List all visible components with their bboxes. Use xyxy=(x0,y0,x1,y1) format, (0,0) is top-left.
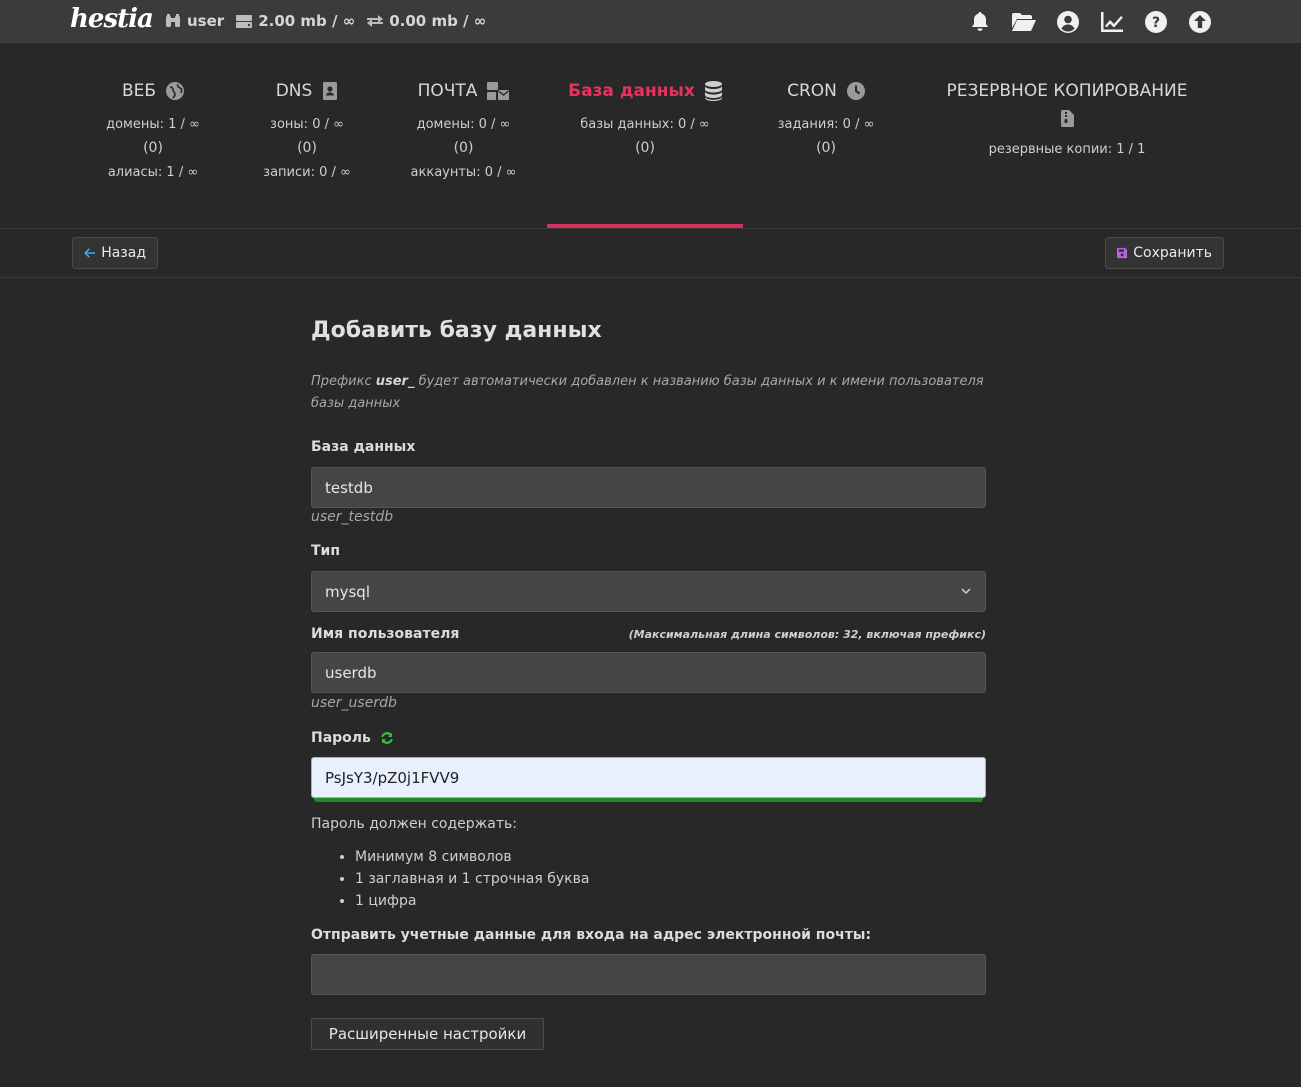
username-text: user xyxy=(187,12,225,30)
bandwidth-stat: 0.00 mb / ∞ xyxy=(367,12,486,30)
password-input[interactable]: PsJsY3/pZ0j1FVV9 xyxy=(311,757,986,798)
password-strength-meter xyxy=(314,798,983,802)
exchange-icon xyxy=(367,15,384,27)
bandwidth-usage-text: 0.00 mb / ∞ xyxy=(389,12,487,30)
database-input[interactable]: testdb xyxy=(311,467,986,508)
list-item: 1 заглавная и 1 строчная буква xyxy=(355,868,589,890)
database-icon xyxy=(704,81,722,101)
tab-backup-copies: резервные копии: 1 / 1 xyxy=(988,142,1146,157)
tab-dns[interactable]: DNS зоны: 0 / ∞ (0) записи: 0 / ∞ xyxy=(234,45,380,228)
tab-dns-records: записи: 0 / ∞ xyxy=(263,165,351,180)
mail-bulk-icon xyxy=(487,82,510,100)
top-bar: hestia user 2.00 mb / ∞ 0.00 mb / ∞ ? xyxy=(0,0,1301,44)
password-label-row: Пароль xyxy=(311,730,394,746)
database-full-name: user_testdb xyxy=(311,509,394,525)
tab-mail-accounts: аккаунты: 0 / ∞ xyxy=(410,165,517,180)
username-length-note: (Максимальная длина символов: 32, включа… xyxy=(628,628,986,641)
refresh-icon[interactable] xyxy=(380,731,394,745)
service-tabs: ВЕБ домены: 1 / ∞ (0) алиасы: 1 / ∞ DNS … xyxy=(0,45,1301,228)
disk-stat: 2.00 mb / ∞ xyxy=(236,12,355,30)
upload-icon xyxy=(1189,11,1211,33)
svg-text:?: ? xyxy=(1152,15,1160,31)
back-button-label: Назад xyxy=(101,245,146,261)
tab-databases-count-line: базы данных: 0 / ∞ xyxy=(580,117,710,132)
tab-cron-count: (0) xyxy=(816,140,836,156)
folder-open-icon xyxy=(1012,13,1036,31)
action-toolbar: Назад Сохранить xyxy=(0,228,1301,278)
type-select-value: mysql xyxy=(325,582,370,601)
bell-icon xyxy=(972,12,988,31)
binoculars-icon xyxy=(166,14,180,27)
save-button-label: Сохранить xyxy=(1133,245,1212,261)
prefix-hint: Префикс user_ будет автоматически добавл… xyxy=(311,374,984,411)
type-label: Тип xyxy=(311,543,341,559)
tab-backup[interactable]: РЕЗЕРВНОЕ КОПИРОВАНИЕ резервные копии: 1… xyxy=(909,45,1225,228)
password-requirements-title: Пароль должен содержать: xyxy=(311,816,517,832)
tab-web-label: ВЕБ xyxy=(121,81,157,101)
username-label: Имя пользователя xyxy=(311,626,460,642)
notifications-button[interactable] xyxy=(967,9,993,35)
email-input[interactable] xyxy=(311,954,986,995)
tab-web-count: (0) xyxy=(143,140,163,156)
arrow-left-icon xyxy=(84,248,96,258)
advanced-settings-button[interactable]: Расширенные настройки xyxy=(311,1018,544,1050)
tab-databases-label: База данных xyxy=(568,81,695,101)
back-button[interactable]: Назад xyxy=(72,237,158,269)
tab-cron-jobs: задания: 0 / ∞ xyxy=(777,117,875,132)
statistics-button[interactable] xyxy=(1099,9,1125,35)
updates-button[interactable] xyxy=(1187,9,1213,35)
top-bar-actions: ? xyxy=(949,9,1213,35)
tab-mail-count: (0) xyxy=(453,140,474,156)
username-input-value: userdb xyxy=(325,663,377,682)
list-item: Минимум 8 символов xyxy=(355,846,589,868)
username-full-name: user_userdb xyxy=(311,695,397,711)
tab-mail-label: ПОЧТА xyxy=(417,81,478,101)
password-requirements-list: Минимум 8 символов 1 заглавная и 1 строч… xyxy=(355,846,589,912)
type-select[interactable]: mysql xyxy=(311,571,986,612)
globe-icon xyxy=(166,82,185,100)
chart-line-icon xyxy=(1101,12,1123,32)
list-item: 1 цифра xyxy=(355,890,589,912)
user-stat: user xyxy=(165,12,224,30)
password-input-value: PsJsY3/pZ0j1FVV9 xyxy=(325,768,460,787)
tab-cron-label: CRON xyxy=(787,81,837,101)
tab-cron[interactable]: CRON задания: 0 / ∞ (0) xyxy=(743,45,909,228)
tab-web[interactable]: ВЕБ домены: 1 / ∞ (0) алиасы: 1 / ∞ xyxy=(72,45,234,228)
tab-dns-zones: зоны: 0 / ∞ xyxy=(270,117,344,132)
save-button[interactable]: Сохранить xyxy=(1105,237,1224,269)
prefix-user: user_ xyxy=(375,374,415,389)
tab-dns-label: DNS xyxy=(275,81,313,101)
disk-usage-text: 2.00 mb / ∞ xyxy=(258,12,356,30)
help-icon: ? xyxy=(1145,11,1167,33)
save-icon xyxy=(1117,247,1128,259)
password-label: Пароль xyxy=(311,730,371,746)
help-button[interactable]: ? xyxy=(1143,9,1169,35)
tab-backup-label: РЕЗЕРВНОЕ КОПИРОВАНИЕ xyxy=(946,81,1188,101)
tab-mail-domains: домены: 0 / ∞ xyxy=(416,117,511,132)
user-profile-button[interactable] xyxy=(1055,9,1081,35)
file-manager-button[interactable] xyxy=(1011,9,1037,35)
file-archive-icon xyxy=(1060,110,1074,127)
tab-databases-count: (0) xyxy=(635,140,655,156)
hdd-icon xyxy=(236,14,253,28)
tab-mail[interactable]: ПОЧТА домены: 0 / ∞ (0) аккаунты: 0 / ∞ xyxy=(380,45,547,228)
account-stats: user 2.00 mb / ∞ 0.00 mb / ∞ xyxy=(165,12,498,30)
email-label: Отправить учетные данные для входа на ад… xyxy=(311,927,872,943)
hestia-logo[interactable]: hestia xyxy=(70,4,154,34)
clock-icon xyxy=(846,82,865,100)
tab-dns-count: (0) xyxy=(297,140,317,156)
address-book-icon xyxy=(323,82,338,100)
advanced-settings-label: Расширенные настройки xyxy=(328,1025,527,1043)
database-input-value: testdb xyxy=(325,478,373,497)
user-circle-icon xyxy=(1057,11,1079,33)
tab-databases[interactable]: База данных базы данных: 0 / ∞ (0) xyxy=(547,45,743,228)
tab-web-domains: домены: 1 / ∞ xyxy=(106,117,200,132)
tab-web-aliases: алиасы: 1 / ∞ xyxy=(107,165,199,180)
database-label: База данных xyxy=(311,439,416,455)
username-input[interactable]: userdb xyxy=(311,652,986,693)
page-title: Добавить базу данных xyxy=(311,318,602,343)
chevron-down-icon xyxy=(961,588,971,595)
